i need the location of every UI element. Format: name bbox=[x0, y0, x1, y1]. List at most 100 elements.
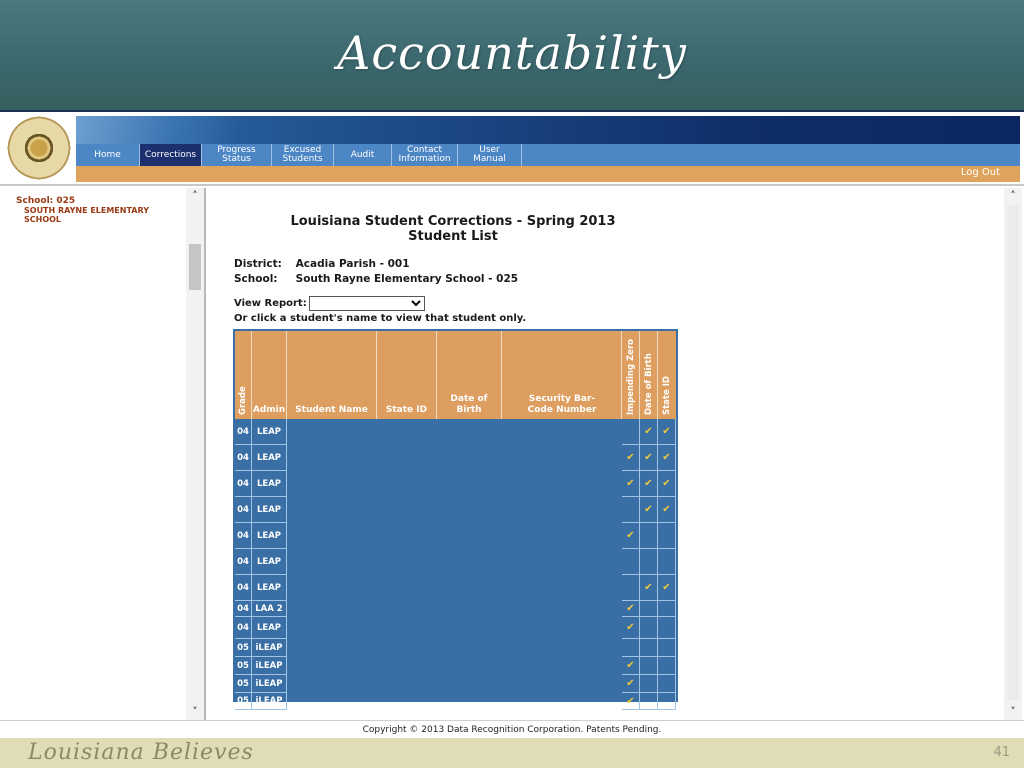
grade-cell: 05 bbox=[235, 693, 252, 710]
barcode-cell bbox=[502, 419, 622, 445]
student-name-cell[interactable] bbox=[287, 419, 377, 445]
main-frame: Louisiana Student Corrections - Spring 2… bbox=[208, 188, 1024, 720]
left-scrollbar[interactable]: ˄ ˅ bbox=[186, 188, 204, 720]
dob-flag-cell bbox=[640, 601, 658, 617]
grade-cell: 05 bbox=[235, 657, 252, 675]
student-name-cell[interactable] bbox=[287, 693, 377, 710]
checkmark-icon: ✔ bbox=[626, 478, 635, 489]
admin-cell: LEAP bbox=[252, 419, 287, 445]
impending-zero-cell bbox=[622, 549, 640, 575]
state-id-cell bbox=[377, 639, 437, 657]
checkmark-icon: ✔ bbox=[662, 478, 671, 489]
barcode-cell bbox=[502, 693, 622, 710]
state-id-cell bbox=[377, 523, 437, 549]
slide-footer: Louisiana Believes 41 bbox=[0, 738, 1024, 768]
student-name-cell[interactable] bbox=[287, 639, 377, 657]
col-grade-label: Grade bbox=[238, 386, 248, 415]
student-name-cell[interactable] bbox=[287, 549, 377, 575]
school-code-label: School: 025 bbox=[16, 196, 76, 206]
admin-cell: LEAP bbox=[252, 523, 287, 549]
report-title: Louisiana Student Corrections - Spring 2… bbox=[268, 214, 638, 244]
grade-cell: 05 bbox=[235, 639, 252, 657]
table-row: 04 LAA 2 ✔ bbox=[235, 601, 676, 617]
view-report-label: View Report: bbox=[234, 298, 307, 309]
header-divider bbox=[0, 184, 1024, 186]
table-row: 04 LEAP ✔ ✔ ✔ bbox=[235, 445, 676, 471]
school-name-link[interactable]: SOUTH RAYNE ELEMENTARY SCHOOL bbox=[24, 206, 154, 224]
logout-link[interactable]: Log Out bbox=[961, 167, 1000, 178]
state-id-flag-cell: ✔ bbox=[658, 575, 676, 601]
nav-item-corrections[interactable]: Corrections bbox=[140, 144, 202, 166]
dob-flag-cell bbox=[640, 693, 658, 710]
table-row: 04 LEAP bbox=[235, 549, 676, 575]
admin-cell: LEAP bbox=[252, 549, 287, 575]
grade-cell: 04 bbox=[235, 471, 252, 497]
barcode-cell bbox=[502, 445, 622, 471]
student-name-cell[interactable] bbox=[287, 575, 377, 601]
scroll-down-icon[interactable]: ˅ bbox=[1004, 704, 1022, 720]
scroll-up-icon[interactable]: ˄ bbox=[1004, 188, 1022, 204]
table-row: 05 iLEAP bbox=[235, 639, 676, 657]
student-name-cell[interactable] bbox=[287, 445, 377, 471]
impending-zero-cell: ✔ bbox=[622, 657, 640, 675]
nav-item-contact-information[interactable]: Contact Information bbox=[392, 144, 458, 166]
dob-flag-cell: ✔ bbox=[640, 497, 658, 523]
date-of-birth-cell bbox=[437, 497, 502, 523]
state-id-cell bbox=[377, 617, 437, 639]
col-impending-zero-label: Impending Zero bbox=[625, 339, 636, 415]
view-report-select[interactable] bbox=[308, 296, 425, 311]
scroll-down-icon[interactable]: ˅ bbox=[186, 704, 204, 720]
main-scrollbar[interactable]: ˄ ˅ bbox=[1004, 188, 1022, 720]
student-name-cell[interactable] bbox=[287, 601, 377, 617]
state-id-flag-cell: ✔ bbox=[658, 497, 676, 523]
state-id-flag-cell bbox=[658, 675, 676, 693]
nav-item-progress-status[interactable]: Progress Status bbox=[202, 144, 272, 166]
grade-cell: 04 bbox=[235, 497, 252, 523]
copyright-bar: Copyright © 2013 Data Recognition Corpor… bbox=[0, 720, 1024, 740]
col-grade-header: Grade bbox=[235, 331, 252, 419]
grade-cell: 04 bbox=[235, 601, 252, 617]
nav-item-excused-students[interactable]: Excused Students bbox=[272, 144, 334, 166]
state-id-flag-cell bbox=[658, 693, 676, 710]
student-name-cell[interactable] bbox=[287, 657, 377, 675]
school-label: School: bbox=[234, 273, 278, 285]
col-state-id-header: State ID bbox=[377, 331, 437, 419]
state-id-flag-cell: ✔ bbox=[658, 471, 676, 497]
table-row: 05 iLEAP ✔ bbox=[235, 675, 676, 693]
admin-cell: LEAP bbox=[252, 575, 287, 601]
checkmark-icon: ✔ bbox=[626, 452, 635, 463]
report-title-line1: Louisiana Student Corrections - Spring 2… bbox=[290, 214, 616, 229]
checkmark-icon: ✔ bbox=[644, 582, 653, 593]
state-id-cell bbox=[377, 575, 437, 601]
student-name-cell[interactable] bbox=[287, 523, 377, 549]
nav-item-user-manual[interactable]: User Manual bbox=[458, 144, 522, 166]
student-name-cell[interactable] bbox=[287, 617, 377, 639]
date-of-birth-cell bbox=[437, 523, 502, 549]
left-scroll-thumb[interactable] bbox=[189, 244, 201, 290]
col-admin-label: Admin bbox=[252, 405, 286, 415]
student-name-cell[interactable] bbox=[287, 497, 377, 523]
scroll-up-icon[interactable]: ˄ bbox=[186, 188, 204, 204]
copyright-text: Copyright © 2013 Data Recognition Corpor… bbox=[362, 725, 662, 735]
student-name-cell[interactable] bbox=[287, 675, 377, 693]
view-report-row: View Report: bbox=[234, 296, 425, 311]
dob-flag-cell: ✔ bbox=[640, 471, 658, 497]
student-name-cell[interactable] bbox=[287, 471, 377, 497]
checkmark-icon: ✔ bbox=[662, 504, 671, 515]
grade-cell: 04 bbox=[235, 549, 252, 575]
barcode-cell bbox=[502, 657, 622, 675]
admin-cell: LEAP bbox=[252, 471, 287, 497]
nav-item-home[interactable]: Home bbox=[76, 144, 140, 166]
barcode-cell bbox=[502, 523, 622, 549]
left-frame: School: 025 SOUTH RAYNE ELEMENTARY SCHOO… bbox=[0, 188, 206, 720]
impending-zero-cell: ✔ bbox=[622, 471, 640, 497]
dob-flag-cell: ✔ bbox=[640, 445, 658, 471]
nav-item-audit[interactable]: Audit bbox=[334, 144, 392, 166]
admin-cell: LAA 2 bbox=[252, 601, 287, 617]
main-scroll-track[interactable] bbox=[1007, 206, 1019, 700]
state-id-flag-cell bbox=[658, 617, 676, 639]
checkmark-icon: ✔ bbox=[626, 695, 635, 707]
dob-flag-cell bbox=[640, 639, 658, 657]
barcode-cell bbox=[502, 601, 622, 617]
admin-cell: iLEAP bbox=[252, 693, 287, 710]
